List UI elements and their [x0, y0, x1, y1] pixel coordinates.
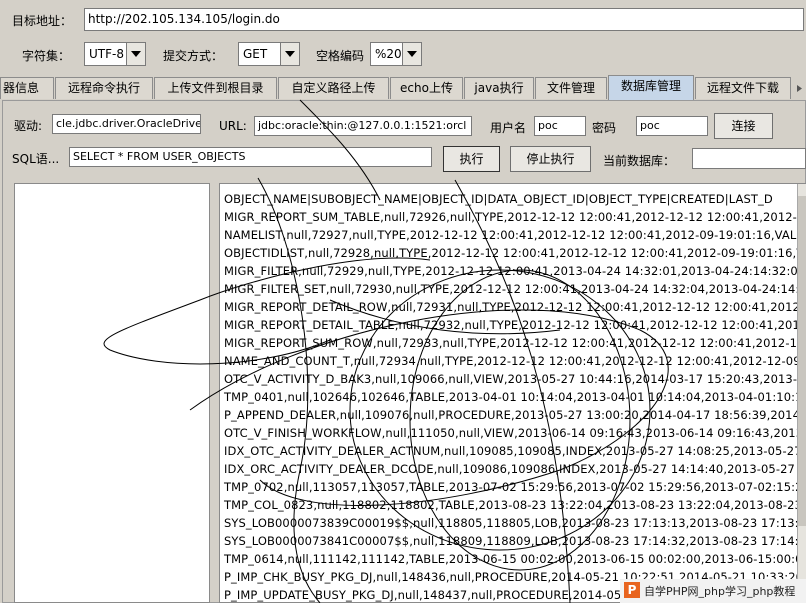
chevron-down-icon[interactable] [280, 43, 299, 65]
charset-label: 字符集： [22, 49, 71, 63]
watermark-logo: P [624, 582, 640, 598]
execute-button[interactable]: 执行 [443, 146, 500, 172]
tab-remote-download[interactable]: 远程文件下载 [695, 77, 791, 99]
tab-file-manager[interactable]: 文件管理 [535, 77, 607, 99]
current-db-field[interactable] [692, 148, 806, 169]
tab-scroll-right[interactable] [792, 79, 806, 98]
result-line: P_APPEND_DEALER,null,109076,null,PROCEDU… [224, 408, 806, 422]
space-encoding-select[interactable]: %20 [370, 42, 422, 66]
username-input[interactable]: poc [534, 116, 586, 136]
chevron-down-icon[interactable] [402, 43, 421, 65]
tab-database-manager[interactable]: 数据库管理 [608, 75, 694, 100]
method-select[interactable]: GET [238, 42, 300, 66]
result-line: MIGR_FILTER,null,72929,null,TYPE,2012-12… [224, 264, 806, 278]
result-line: MIGR_FILTER_SET,null,72930,null,TYPE,201… [224, 282, 806, 296]
driver-label: 驱动: [14, 119, 43, 133]
watermark: P 自学PHP网_php学习_php教程 [620, 579, 806, 603]
result-line: TMP_0401,null,102646,102646,TABLE,2013-0… [224, 390, 806, 404]
target-url-input[interactable]: http://202.105.134.105/login.do [84, 8, 804, 31]
method-value: GET [243, 47, 268, 61]
result-line: OBJECTIDLIST,null,72928,null,TYPE,2012-1… [224, 246, 806, 260]
result-line: MIGR_REPORT_DETAIL_TABLE,null,72932,null… [224, 318, 806, 332]
password-input[interactable]: poc [636, 116, 708, 136]
result-line: IDX_ORC_ACTIVITY_DEALER_DCODE,null,10908… [224, 462, 806, 476]
charset-value: UTF-8 [89, 47, 124, 61]
sql-label: SQL语... [12, 152, 60, 166]
watermark-text: 自学PHP网_php学习_php教程 [644, 585, 796, 598]
stop-button[interactable]: 停止执行 [510, 146, 591, 172]
space-encoding-value: %20 [375, 47, 402, 61]
tab-echo-upload[interactable]: echo上传 [390, 77, 463, 99]
tab-upload-root[interactable]: 上传文件到根目录 [154, 77, 277, 99]
result-line: TMP_COL_0823,null,118802,118802,TABLE,20… [224, 498, 806, 512]
result-line: OTC_V_FINISH_WORKFLOW,null,111050,null,V… [224, 426, 806, 440]
password-label: 密码 [592, 121, 617, 135]
charset-select[interactable]: UTF-8 [84, 42, 146, 66]
connect-button[interactable]: 连接 [714, 113, 773, 139]
chevron-right-icon [797, 85, 802, 92]
username-label: 用户名 [490, 121, 527, 135]
method-label: 提交方式： [163, 49, 224, 63]
result-line: OTC_V_ACTIVITY_D_BAK3,null,109066,null,V… [224, 372, 806, 386]
tab-remote-command[interactable]: 远程命令执行 [55, 77, 153, 99]
current-db-label: 当前数据库： [603, 154, 676, 168]
result-line: SYS_LOB0000073841C00007$$,null,118809,11… [224, 534, 806, 548]
target-label: 目标地址： [12, 14, 73, 28]
jdbc-url-input[interactable]: jdbc:oracle:thin:@127.0.0.1:1521:orcl [254, 116, 472, 136]
result-line: SYS_LOB0000073839C00019$$,null,118805,11… [224, 516, 806, 530]
result-line: OBJECT_NAME|SUBOBJECT_NAME|OBJECT_ID|DAT… [224, 192, 773, 206]
result-line: NAMELIST,null,72927,null,TYPE,2012-12-12… [224, 228, 806, 242]
space-encoding-label: 空格编码 [316, 49, 365, 63]
results-scrollbar-thumb[interactable] [798, 196, 806, 526]
result-line: MIGR_REPORT_DETAIL_ROW,null,72931,null,T… [224, 300, 806, 314]
result-line: TMP_0614,null,111142,111142,TABLE,2013-0… [224, 552, 806, 566]
result-line: IDX_OTC_ACTIVITY_DEALER_ACTNUM,null,1090… [224, 444, 806, 458]
chevron-down-icon[interactable] [126, 43, 145, 65]
url-label: URL: [219, 119, 247, 133]
database-tree[interactable] [14, 183, 210, 603]
result-line: MIGR_REPORT_SUM_TABLE,null,72926,null,TY… [224, 210, 806, 224]
results-area[interactable]: OBJECT_NAME|SUBOBJECT_NAME|OBJECT_ID|DAT… [219, 183, 806, 603]
tab-custom-upload[interactable]: 自定义路径上传 [278, 77, 389, 99]
result-line: MIGR_REPORT_SUM_ROW,null,72933,null,TYPE… [224, 336, 806, 350]
result-line: TMP_0702,null,113057,113057,TABLE,2013-0… [224, 480, 806, 494]
result-line: NAME_AND_COUNT_T,null,72934,null,TYPE,20… [224, 354, 806, 368]
tab-server-info[interactable]: 器信息 [0, 77, 54, 99]
driver-input[interactable]: cle.jdbc.driver.OracleDriver [52, 114, 201, 134]
tab-java-exec[interactable]: java执行 [464, 77, 534, 99]
sql-input[interactable]: SELECT * FROM USER_OBJECTS [69, 147, 432, 167]
